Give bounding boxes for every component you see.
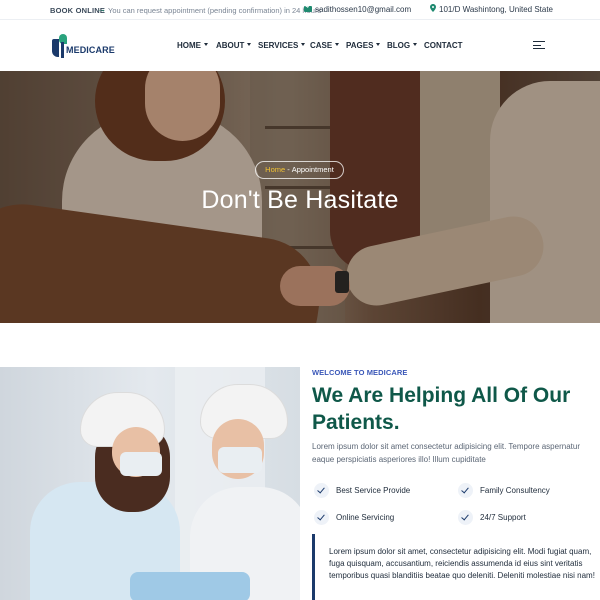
nav-item-contact[interactable]: CONTACT <box>424 41 463 50</box>
breadcrumb-separator: - <box>287 165 290 174</box>
section-heading: We Are Helping All Of Our Patients. <box>312 384 571 434</box>
logo-mark <box>52 39 59 57</box>
nurse-right-mask <box>218 447 262 473</box>
location-pin-icon <box>430 4 436 12</box>
email-link[interactable]: sadithossen10@gmail.com <box>315 5 411 14</box>
quote-text: Lorem ipsum dolor sit amet, consectetur … <box>329 547 595 580</box>
hero-banner: Home - Appointment Don't Be Hasitate <box>0 71 600 323</box>
arrow-right-icon: → <box>97 4 106 14</box>
feature-label: 24/7 Support <box>480 513 526 522</box>
chevron-down-icon <box>335 43 340 47</box>
nav-item-blog[interactable]: BLOG <box>387 41 418 50</box>
logo-text: MEDICARE <box>66 45 115 55</box>
nav-label: CASE <box>310 41 333 50</box>
nav-item-case[interactable]: CASE <box>310 41 340 50</box>
menu-icon[interactable] <box>533 41 545 50</box>
site-header: MEDICARE HOME ABOUT SERVICES CASE PAGES … <box>0 21 600 71</box>
nurse-left-mask <box>120 452 162 476</box>
section-eyebrow: WELCOME TO MEDICARE <box>312 368 408 377</box>
quote-block: Lorem ipsum dolor sit amet, consectetur … <box>312 534 600 600</box>
mail-icon <box>304 6 312 12</box>
nav-label: HOME <box>177 41 201 50</box>
chevron-down-icon <box>301 43 306 47</box>
nav-label: ABOUT <box>216 41 245 50</box>
feature-label: Online Servicing <box>336 513 395 522</box>
feature-label: Best Service Provide <box>336 486 411 495</box>
nurses-photo <box>0 367 300 600</box>
nav-item-about[interactable]: ABOUT <box>216 41 252 50</box>
check-icon <box>314 510 329 525</box>
chevron-down-icon <box>376 43 381 47</box>
nav-label: SERVICES <box>258 41 299 50</box>
check-icon <box>458 483 473 498</box>
nav-item-services[interactable]: SERVICES <box>258 41 306 50</box>
chevron-down-icon <box>204 43 208 47</box>
clipboard <box>130 572 250 600</box>
breadcrumb: Home - Appointment <box>255 161 344 179</box>
breadcrumb-current: Appointment <box>291 165 334 174</box>
address-text: 101/D Washintong, United State <box>439 5 553 14</box>
breadcrumb-home-link[interactable]: Home <box>265 165 285 174</box>
section-lead: Lorem ipsum dolor sit amet consectetur a… <box>312 442 580 464</box>
nav-label: BLOG <box>387 41 411 50</box>
logo-mark-pole <box>61 42 64 58</box>
logo[interactable]: MEDICARE <box>52 33 115 63</box>
check-icon <box>458 510 473 525</box>
page-title: Don't Be Hasitate <box>201 186 399 214</box>
nav-item-home[interactable]: HOME <box>177 41 208 50</box>
appointment-notice: You can request appointment (pending con… <box>108 6 322 15</box>
nav-label: PAGES <box>346 41 374 50</box>
check-icon <box>314 483 329 498</box>
top-bar: BOOK ONLINE → You can request appointmen… <box>0 0 600 20</box>
feature-label: Family Consultency <box>480 486 550 495</box>
nav-item-pages[interactable]: PAGES <box>346 41 381 50</box>
nav-label: CONTACT <box>424 41 463 50</box>
chevron-down-icon <box>413 43 418 47</box>
chevron-down-icon <box>247 43 252 47</box>
